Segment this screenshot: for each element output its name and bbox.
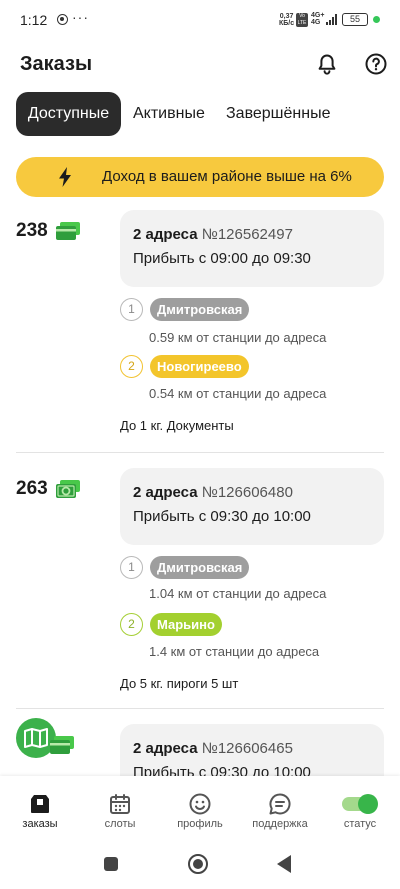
- time-window: Прибыть с 09:30 до 10:00: [133, 508, 311, 525]
- address-count: 2 адреса №126606465: [133, 740, 293, 757]
- nav-profile[interactable]: профиль: [160, 776, 240, 841]
- network-speed-value: 0,37: [279, 13, 294, 20]
- nav-profile-label: профиль: [177, 818, 223, 830]
- time-window: Прибыть с 09:30 до 10:00: [133, 764, 311, 776]
- map-icon: [24, 728, 48, 748]
- orders-icon: [31, 795, 49, 813]
- back-icon[interactable]: [277, 855, 291, 873]
- order-summary[interactable]: 2 адреса №126606480 Прибыть с 09:30 до 1…: [120, 468, 384, 545]
- page-title: Заказы: [20, 53, 93, 75]
- battery-icon: 55: [342, 13, 368, 26]
- network-speed: 0,37 КБ/с: [279, 13, 294, 27]
- notification-icon: [57, 14, 68, 25]
- time-window: Прибыть с 09:00 до 09:30: [133, 250, 311, 267]
- network-type: 4G+ 4G: [311, 12, 324, 26]
- order-price: 263: [16, 478, 48, 499]
- nav-slots-label: слоты: [104, 818, 136, 830]
- order-divider: [16, 708, 384, 709]
- order-divider: [16, 452, 384, 453]
- card-payment-icon: [50, 736, 74, 754]
- tab-active[interactable]: Активные: [133, 92, 205, 136]
- signal-icon: [326, 14, 338, 25]
- lightning-icon: [59, 167, 71, 187]
- nav-support-label: поддержка: [252, 818, 308, 830]
- nav-support[interactable]: поддержка: [240, 776, 320, 841]
- status-time: 1:12: [20, 12, 48, 28]
- nav-status-label: статус: [343, 818, 377, 830]
- income-banner[interactable]: Доход в вашем районе выше на 6%: [16, 157, 384, 197]
- stop-index: 2: [120, 613, 143, 636]
- home-icon[interactable]: [188, 854, 208, 874]
- order-summary[interactable]: 2 адреса №126606465 Прибыть с 09:30 до 1…: [120, 724, 384, 776]
- privacy-dot-icon: [373, 16, 380, 23]
- order-number: №126606465: [201, 740, 293, 757]
- order-number: №126562497: [201, 226, 293, 243]
- nav-status[interactable]: статус: [320, 776, 400, 841]
- cargo-description: До 5 кг. пироги 5 шт: [120, 676, 239, 691]
- station-distance: 1.04 км от станции до адреса: [149, 586, 327, 601]
- income-banner-text: Доход в вашем районе выше на 6%: [102, 168, 352, 185]
- network-speed-unit: КБ/с: [279, 20, 295, 27]
- network-type-sub: 4G: [311, 19, 321, 26]
- address-count: 2 адреса №126606480: [133, 484, 293, 501]
- stop-index: 1: [120, 298, 143, 321]
- volte-icon: Vo LTE: [296, 13, 308, 27]
- tab-completed[interactable]: Завершённые: [226, 92, 330, 136]
- bottom-navigation: заказы слоты профиль поддержка статус: [0, 776, 400, 841]
- stop-index: 1: [120, 556, 143, 579]
- help-icon[interactable]: [364, 52, 388, 76]
- nav-orders-label: заказы: [22, 818, 58, 830]
- system-navigation-bar: [0, 841, 400, 889]
- more-notifications-icon: ···: [72, 9, 89, 25]
- status-bar: 1:12 ··· 0,37 КБ/с Vo LTE 4G+ 4G 55: [0, 0, 400, 40]
- order-price: 238: [16, 220, 48, 241]
- profile-icon: [189, 793, 211, 815]
- bell-icon[interactable]: [315, 52, 339, 76]
- cash-payment-icon: [56, 480, 80, 498]
- card-payment-icon: [56, 222, 80, 240]
- nav-orders[interactable]: заказы: [0, 776, 80, 841]
- nav-slots[interactable]: слоты: [80, 776, 160, 841]
- order-number: №126606480: [201, 484, 293, 501]
- support-icon: [269, 793, 291, 815]
- metro-station-badge: Дмитровская: [150, 556, 250, 579]
- tab-available[interactable]: Доступные: [16, 92, 121, 136]
- status-toggle[interactable]: [342, 794, 378, 814]
- station-distance: 1.4 км от станции до адреса: [149, 644, 320, 659]
- cargo-description: До 1 кг. Документы: [120, 418, 234, 433]
- order-summary[interactable]: 2 адреса №126562497 Прибыть с 09:00 до 0…: [120, 210, 384, 287]
- metro-station-badge: Дмитровская: [150, 298, 250, 321]
- recent-apps-icon[interactable]: [104, 857, 118, 871]
- station-distance: 0.54 км от станции до адреса: [149, 386, 327, 401]
- metro-station-badge: Марьино: [150, 613, 222, 636]
- stop-index: 2: [120, 355, 143, 378]
- network-type-label: 4G+: [311, 12, 325, 19]
- station-distance: 0.59 км от станции до адреса: [149, 330, 327, 345]
- address-count: 2 адреса №126562497: [133, 226, 293, 243]
- calendar-icon: [110, 794, 130, 814]
- metro-station-badge: Новогиреево: [150, 355, 249, 378]
